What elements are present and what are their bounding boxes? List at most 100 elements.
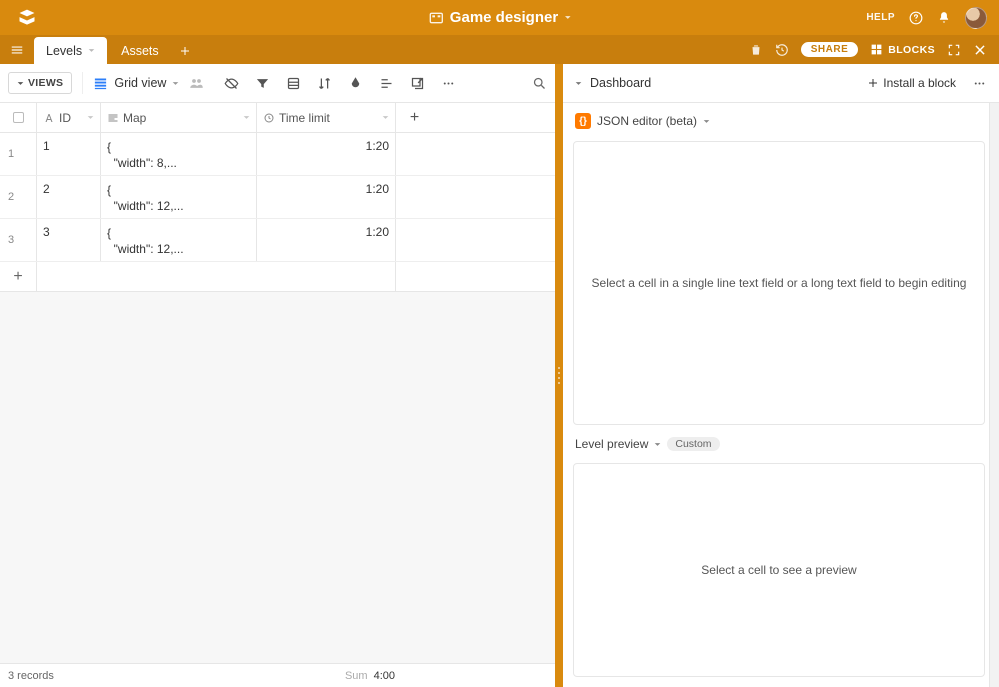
preview-block-header[interactable]: Level preview Custom bbox=[573, 437, 985, 451]
install-block-button[interactable]: Install a block bbox=[867, 76, 956, 90]
blocks-button[interactable]: BLOCKS bbox=[870, 43, 935, 56]
dots-icon[interactable] bbox=[441, 76, 456, 91]
install-label: Install a block bbox=[883, 76, 956, 90]
tab-label: Levels bbox=[46, 44, 82, 58]
json-placeholder: Select a cell in a single line text fiel… bbox=[592, 276, 967, 290]
cell-map[interactable]: { "width": 12,... bbox=[101, 219, 257, 261]
collaborators-icon[interactable] bbox=[189, 76, 204, 91]
hide-fields-icon[interactable] bbox=[224, 76, 239, 91]
custom-badge: Custom bbox=[667, 437, 719, 451]
caret-down-icon bbox=[172, 80, 179, 87]
header-time[interactable]: Time limit bbox=[257, 103, 396, 132]
caret-down-icon bbox=[382, 114, 389, 121]
filter-icon[interactable] bbox=[255, 76, 270, 91]
dots-icon[interactable] bbox=[972, 76, 987, 91]
preview-placeholder: Select a cell to see a preview bbox=[701, 563, 856, 577]
sum-label: Sum bbox=[345, 670, 368, 682]
tab-levels[interactable]: Levels bbox=[34, 37, 107, 64]
json-block-header[interactable]: {} JSON editor (beta) bbox=[573, 113, 985, 129]
bell-icon[interactable] bbox=[937, 11, 951, 25]
row-height-icon[interactable] bbox=[379, 76, 394, 91]
table-row[interactable]: 1 1 { "width": 8,... 1:20 bbox=[0, 133, 555, 176]
scrollbar[interactable] bbox=[989, 103, 999, 687]
caret-down-icon bbox=[17, 80, 24, 87]
view-switcher[interactable]: Grid view bbox=[93, 76, 179, 91]
app-icon bbox=[428, 10, 444, 26]
json-block-title: JSON editor (beta) bbox=[597, 114, 697, 128]
duration-field-icon bbox=[263, 112, 275, 124]
table-row[interactable]: 2 2 { "width": 12,... 1:20 bbox=[0, 176, 555, 219]
pane-resizer[interactable] bbox=[555, 64, 563, 687]
header-map-label: Map bbox=[123, 111, 146, 125]
summary[interactable]: Sum 4:00 bbox=[345, 670, 555, 682]
app-root: Game designer HELP Levels Assets bbox=[0, 0, 999, 687]
table-header: ID Map Time limit + bbox=[0, 103, 555, 133]
caret-down-icon bbox=[87, 114, 94, 121]
plus-icon bbox=[179, 45, 191, 57]
topbar-right: HELP bbox=[866, 7, 987, 29]
help-link[interactable]: HELP bbox=[866, 12, 895, 23]
history-icon[interactable] bbox=[775, 43, 789, 57]
logo-icon[interactable] bbox=[16, 7, 38, 29]
cell-time[interactable]: 1:20 bbox=[257, 176, 396, 218]
expand-icon[interactable] bbox=[947, 43, 961, 57]
grid-icon bbox=[93, 76, 108, 91]
tabsbar-right: SHARE BLOCKS bbox=[749, 35, 999, 64]
header-checkbox[interactable] bbox=[0, 103, 37, 132]
record-count: 3 records bbox=[0, 670, 54, 682]
tab-assets[interactable]: Assets bbox=[109, 37, 171, 64]
preview-block-body[interactable]: Select a cell to see a preview bbox=[573, 463, 985, 677]
longtext-field-icon bbox=[107, 112, 119, 124]
table-row[interactable]: 3 3 { "width": 12,... 1:20 bbox=[0, 219, 555, 262]
json-icon: {} bbox=[575, 113, 591, 129]
cell-id[interactable]: 3 bbox=[37, 219, 101, 261]
tabsbar: Levels Assets SHARE BLOCKS bbox=[0, 35, 999, 64]
header-time-label: Time limit bbox=[279, 111, 330, 125]
trash-icon[interactable] bbox=[749, 43, 763, 57]
views-button[interactable]: VIEWS bbox=[8, 72, 72, 94]
cell-map[interactable]: { "width": 8,... bbox=[101, 133, 257, 175]
header-id[interactable]: ID bbox=[37, 103, 101, 132]
add-row[interactable]: + bbox=[0, 262, 555, 292]
plus-icon: + bbox=[0, 262, 37, 291]
base-title[interactable]: Game designer bbox=[428, 9, 571, 26]
group-icon[interactable] bbox=[286, 76, 301, 91]
right-body: {} JSON editor (beta) Select a cell in a… bbox=[563, 103, 999, 687]
caret-down-icon bbox=[243, 114, 250, 121]
cell-id[interactable]: 2 bbox=[37, 176, 101, 218]
color-icon[interactable] bbox=[348, 76, 363, 91]
tab-add[interactable] bbox=[173, 37, 197, 64]
left-footer: 3 records Sum 4:00 bbox=[0, 663, 555, 687]
json-block-body[interactable]: Select a cell in a single line text fiel… bbox=[573, 141, 985, 425]
help-icon[interactable] bbox=[909, 11, 923, 25]
share-view-icon[interactable] bbox=[410, 76, 425, 91]
tab-label: Assets bbox=[121, 44, 159, 58]
cell-time[interactable]: 1:20 bbox=[257, 133, 396, 175]
menu-icon[interactable] bbox=[0, 35, 34, 64]
right-pane: Dashboard Install a block {} JSON editor… bbox=[563, 64, 999, 687]
caret-down-icon bbox=[564, 14, 571, 21]
caret-down-icon bbox=[654, 441, 661, 448]
blocks-label: BLOCKS bbox=[888, 44, 935, 56]
sort-icon[interactable] bbox=[317, 76, 332, 91]
table-body: 1 1 { "width": 8,... 1:20 2 2 { "width":… bbox=[0, 133, 555, 663]
cell-id[interactable]: 1 bbox=[37, 133, 101, 175]
header-map[interactable]: Map bbox=[101, 103, 257, 132]
dashboard-title[interactable]: Dashboard bbox=[590, 76, 651, 90]
plus-icon bbox=[867, 77, 879, 89]
cell-map[interactable]: { "width": 12,... bbox=[101, 176, 257, 218]
header-add-field[interactable]: + bbox=[396, 103, 433, 132]
divider bbox=[82, 72, 83, 94]
view-name: Grid view bbox=[114, 76, 166, 90]
left-pane: VIEWS Grid view bbox=[0, 64, 555, 687]
text-field-icon bbox=[43, 112, 55, 124]
close-icon[interactable] bbox=[973, 43, 987, 57]
caret-down-icon bbox=[88, 47, 95, 54]
cell-time[interactable]: 1:20 bbox=[257, 219, 396, 261]
avatar[interactable] bbox=[965, 7, 987, 29]
caret-down-icon[interactable] bbox=[575, 80, 582, 87]
search-icon[interactable] bbox=[532, 76, 547, 91]
sum-value: 4:00 bbox=[374, 670, 395, 682]
share-button[interactable]: SHARE bbox=[801, 42, 859, 57]
right-header: Dashboard Install a block bbox=[563, 64, 999, 103]
